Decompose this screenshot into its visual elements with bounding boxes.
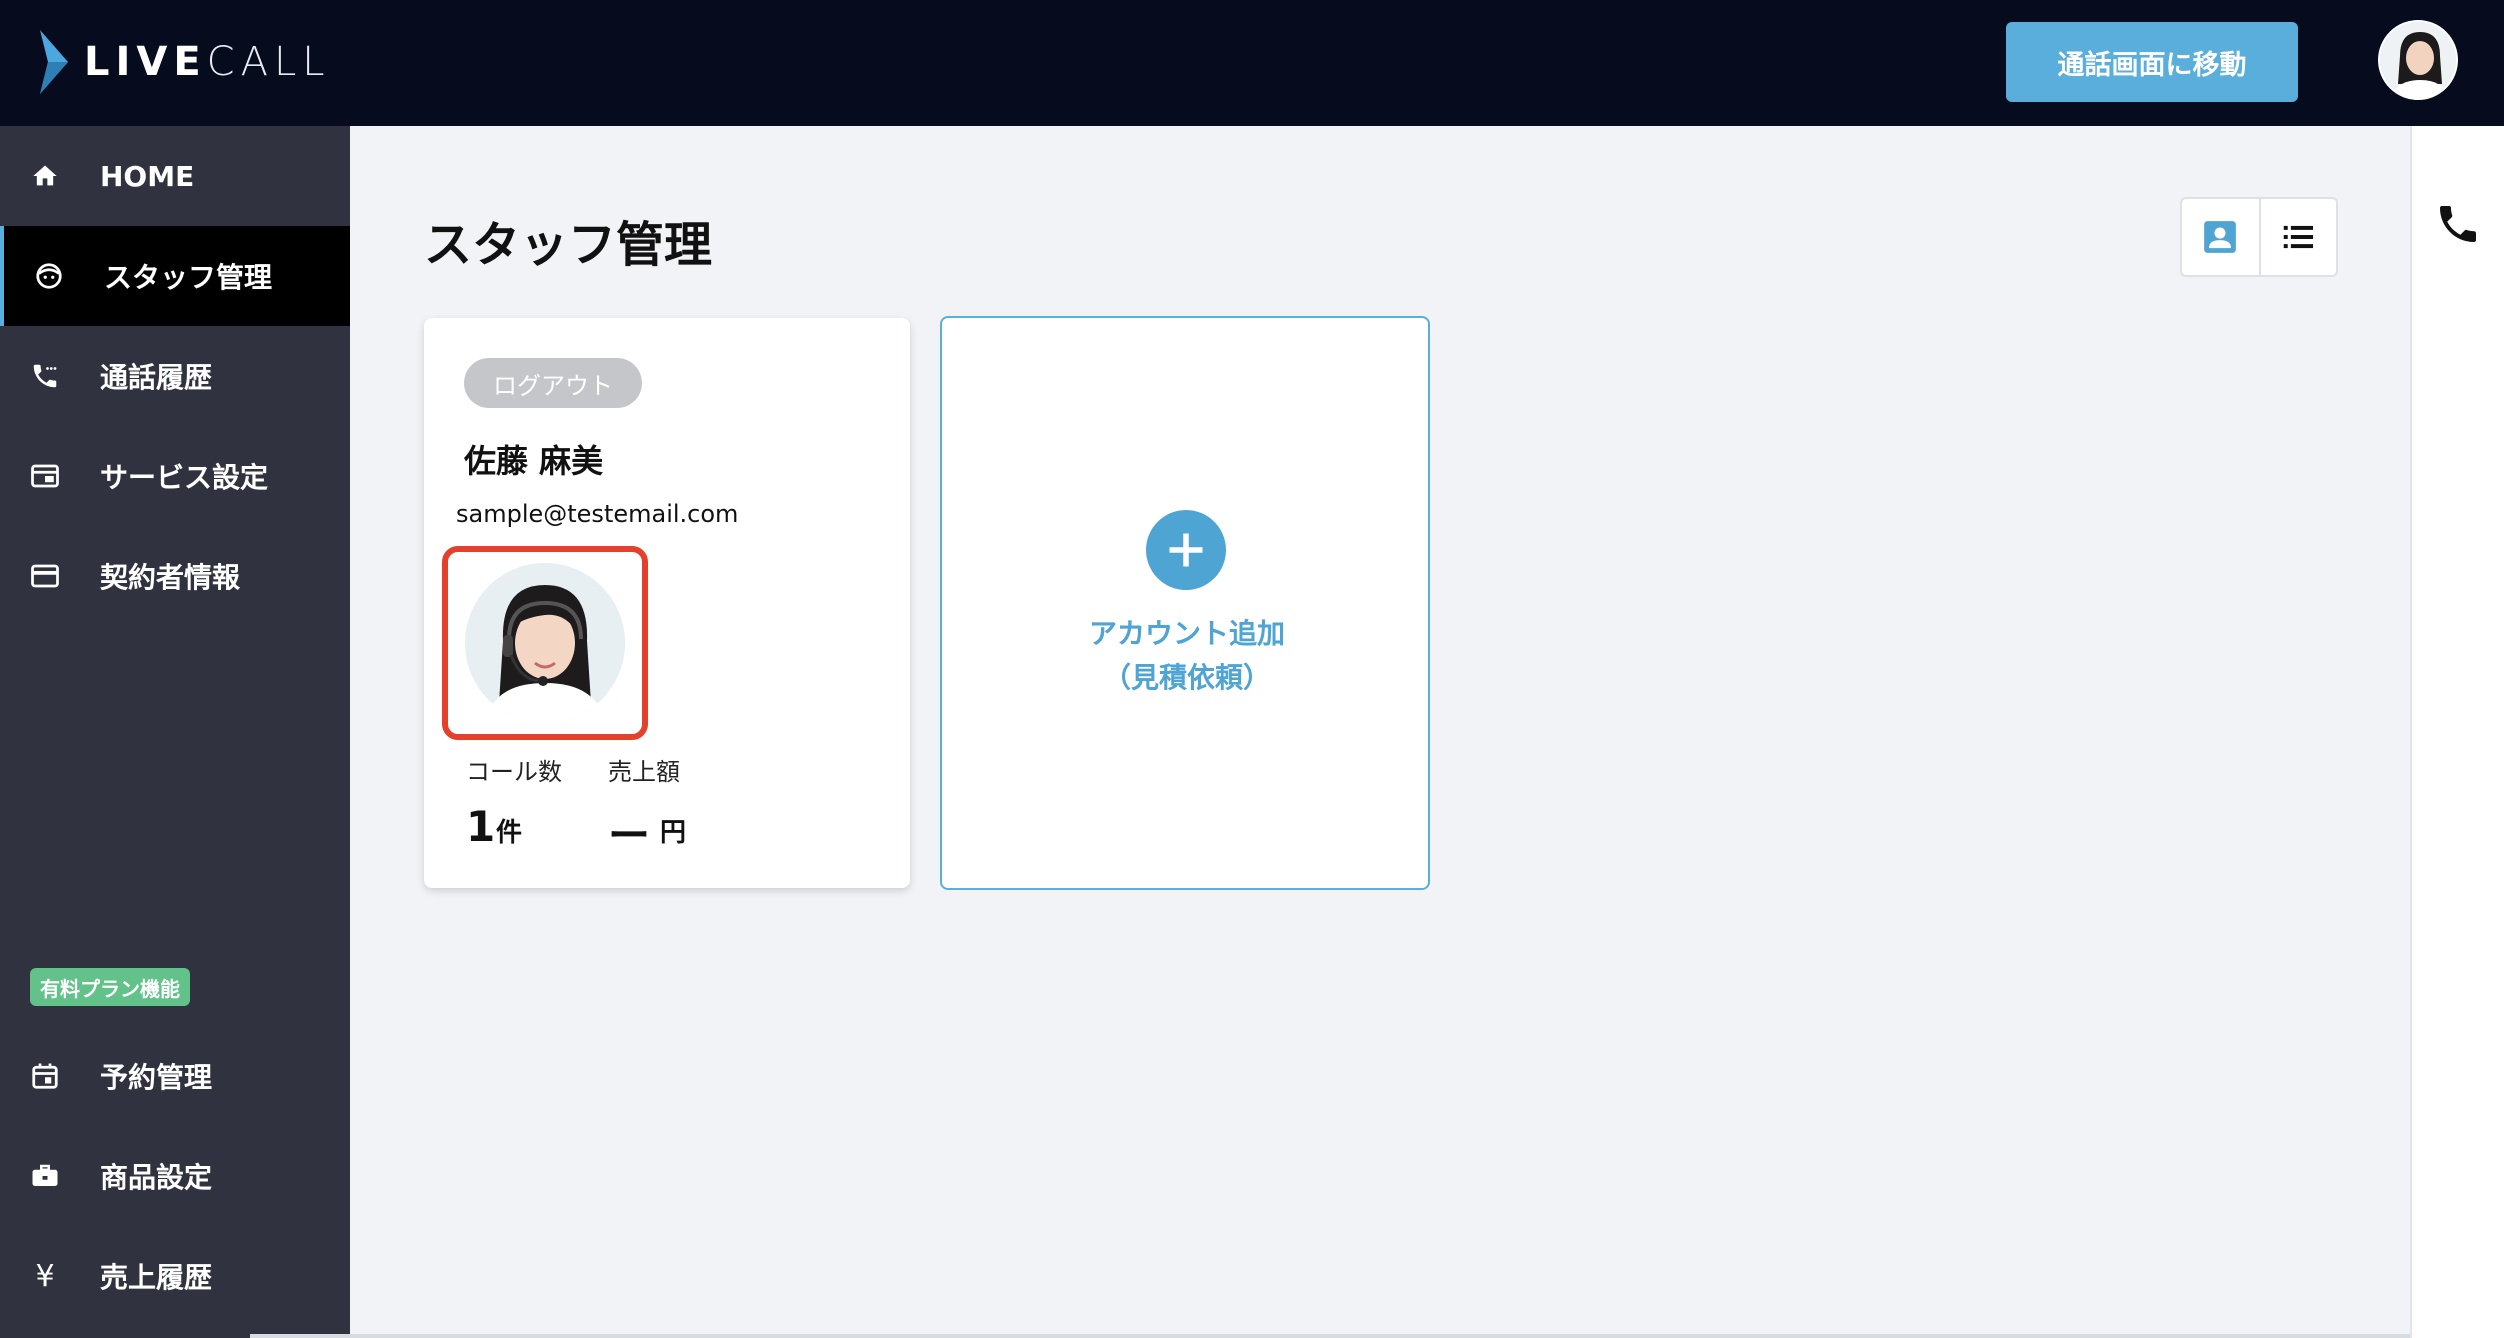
go-to-call-screen-button[interactable]: 通話画面に移動 [2006,22,2298,102]
list-view-button[interactable] [2258,199,2336,275]
add-icon [1146,510,1226,590]
view-toggle [2180,197,2338,277]
logo-mark-icon [40,30,68,94]
user-avatar[interactable] [2378,20,2458,100]
sidebar-item-home[interactable]: HOME [0,126,350,226]
staff-avatar[interactable] [465,563,625,723]
livecall-logo[interactable]: LIVECALL [38,26,331,98]
sidebar-item-label: サービス設定 [100,461,269,494]
staff-name: 佐藤 麻美 [464,442,604,480]
sidebar-item-reservations[interactable]: 予約管理 [0,1026,350,1126]
sales-unit: 円 [660,818,687,848]
card-icon [28,559,62,593]
add-account-sublabel: （見積依頼） [1102,661,1271,694]
card-view-button[interactable] [2182,199,2259,275]
avatar-person-icon [2380,22,2456,98]
sidebar-item-label: 商品設定 [100,1161,213,1194]
sidebar-item-label: 予約管理 [100,1061,213,1094]
sidebar-item-label: 売上履歴 [100,1261,213,1294]
phone-icon[interactable] [2434,200,2482,248]
sidebar: HOME スタッフ管理 通話履歴 サービス設定 契約者情報 有料プラン機能 予約… [0,126,350,1338]
staff-email: sample@testemail.com [456,500,739,528]
sidebar-item-label: スタッフ管理 [104,261,273,294]
staff-card[interactable]: ログアウト 佐藤 麻美 sample@testemail.com コール数 売上… [424,318,910,888]
phone-history-icon [28,359,62,393]
page-title: スタッフ管理 [424,217,713,273]
briefcase-icon [28,1159,62,1193]
sidebar-item-staff[interactable]: スタッフ管理 [0,226,350,326]
horizontal-scrollbar[interactable] [250,1334,2410,1338]
home-icon [28,159,62,193]
add-account-card[interactable]: アカウント追加 （見積依頼） [940,316,1430,890]
sidebar-item-label: HOME [100,159,195,193]
logo-text-call: CALL [206,39,331,85]
service-icon [28,459,62,493]
paid-plan-badge: 有料プラン機能 [30,968,190,1006]
sidebar-item-call-history[interactable]: 通話履歴 [0,326,350,426]
sidebar-item-label: 通話履歴 [100,361,213,394]
right-call-panel [2410,126,2504,1338]
sidebar-item-label: 契約者情報 [100,561,241,594]
sidebar-item-sales-history[interactable]: ¥ 売上履歴 [0,1226,350,1326]
sidebar-item-service-settings[interactable]: サービス設定 [0,426,350,526]
staff-avatar-highlight[interactable] [442,546,648,740]
sales-value: ー [608,811,651,860]
card-view-icon [2204,221,2237,253]
sales-label: 売上額 [608,758,680,786]
top-bar: LIVECALL 通話画面に移動 [0,0,2504,126]
yen-icon: ¥ [35,1258,55,1294]
face-icon [32,259,66,293]
sidebar-item-contractor-info[interactable]: 契約者情報 [0,526,350,626]
calls-label: コール数 [466,758,562,786]
calendar-icon [28,1059,62,1093]
calls-value: 1 [466,802,496,851]
staff-photo-icon [465,563,625,723]
status-badge: ログアウト [464,358,642,408]
list-view-icon [2284,225,2314,249]
add-account-label: アカウント追加 [1088,617,1285,650]
calls-unit: 件 [496,818,523,848]
sidebar-item-product-settings[interactable]: 商品設定 [0,1126,350,1226]
logo-text-live: LIVE [84,39,207,85]
